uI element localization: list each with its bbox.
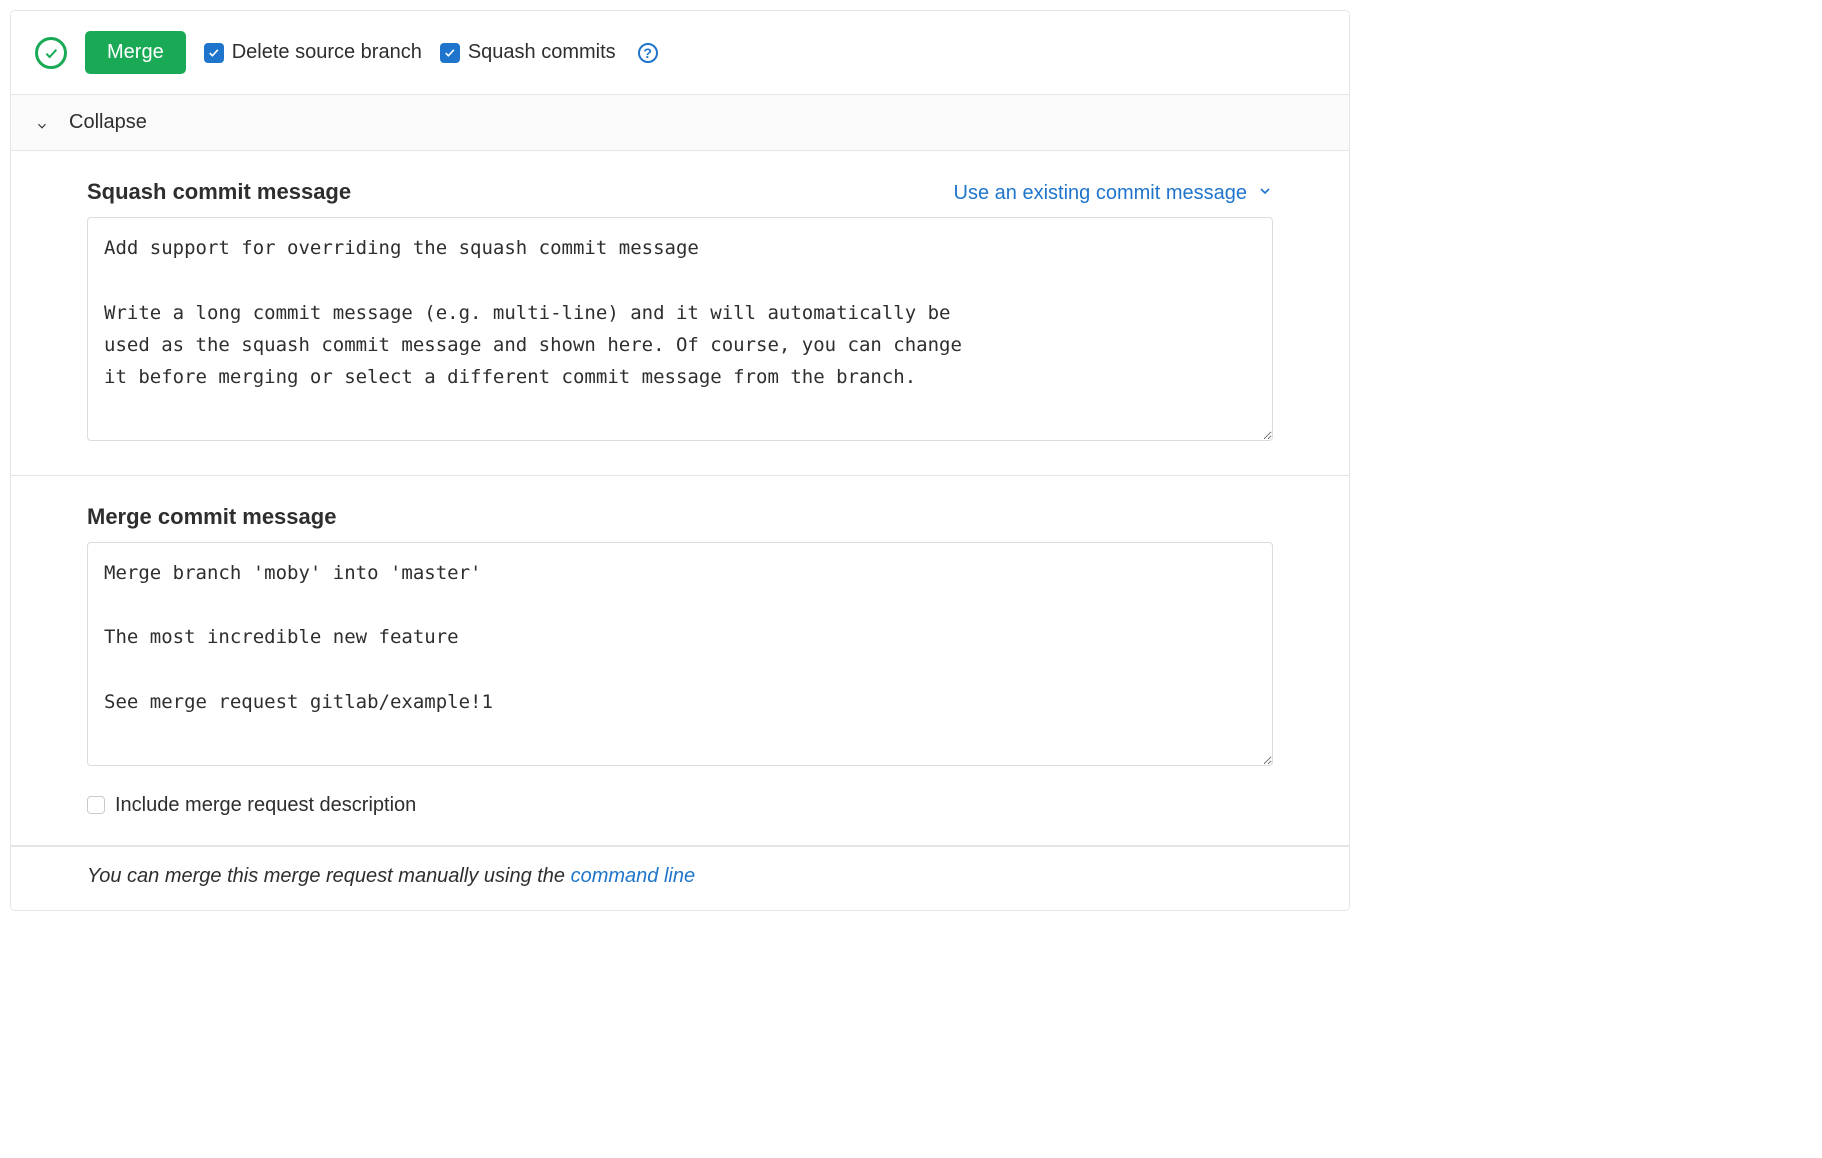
merge-commit-section: Merge commit message Include merge reque…: [11, 476, 1349, 846]
chevron-down-icon: [1257, 182, 1273, 205]
squash-commits-label: Squash commits: [468, 41, 616, 64]
include-description-label: Include merge request description: [115, 794, 416, 817]
use-existing-commit-dropdown[interactable]: Use an existing commit message: [954, 182, 1273, 205]
merge-button[interactable]: Merge: [85, 31, 186, 74]
include-description-checkbox[interactable]: [87, 796, 105, 814]
squash-title: Squash commit message: [87, 179, 351, 205]
squash-commit-section: Squash commit message Use an existing co…: [11, 151, 1349, 476]
squash-commits-option[interactable]: Squash commits: [440, 41, 616, 64]
squash-commit-message-input[interactable]: [87, 217, 1273, 441]
squash-help-icon[interactable]: ?: [638, 43, 658, 63]
manual-merge-footer: You can merge this merge request manuall…: [11, 846, 1349, 910]
merge-section-header: Merge commit message: [87, 504, 1273, 530]
delete-source-branch-option[interactable]: Delete source branch: [204, 41, 422, 64]
delete-source-branch-label: Delete source branch: [232, 41, 422, 64]
squash-commits-checkbox[interactable]: [440, 43, 460, 63]
status-ready-icon: [35, 37, 67, 69]
merge-widget: Merge Delete source branch Squash commit…: [10, 10, 1350, 911]
collapse-label: Collapse: [69, 111, 147, 134]
delete-source-branch-checkbox[interactable]: [204, 43, 224, 63]
chevron-down-icon: [35, 116, 49, 130]
include-description-option[interactable]: Include merge request description: [87, 794, 1273, 817]
manual-merge-text: You can merge this merge request manuall…: [87, 865, 571, 887]
squash-section-header: Squash commit message Use an existing co…: [87, 179, 1273, 205]
merge-commit-message-input[interactable]: [87, 542, 1273, 766]
command-line-link[interactable]: command line: [571, 865, 696, 887]
merge-header: Merge Delete source branch Squash commit…: [11, 11, 1349, 94]
merge-title: Merge commit message: [87, 504, 336, 530]
collapse-toggle[interactable]: Collapse: [11, 94, 1349, 151]
use-existing-commit-label: Use an existing commit message: [954, 182, 1247, 205]
